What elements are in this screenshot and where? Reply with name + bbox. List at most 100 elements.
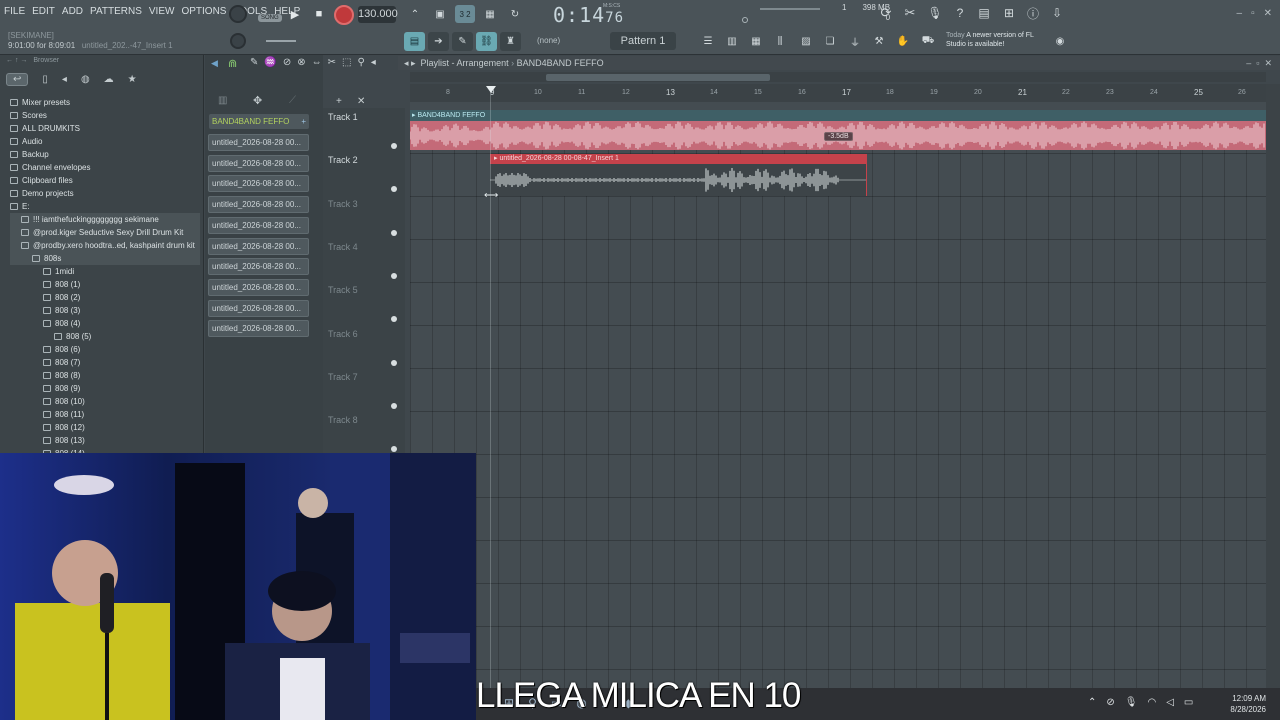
clip-header[interactable]: ▸ untitled_2026-08-28 00-08-47_Insert 1 — [490, 154, 867, 164]
browser-files-icon[interactable]: ▯ — [42, 74, 48, 85]
magnet-icon[interactable]: ⋒ — [228, 57, 237, 70]
browser-web-icon[interactable]: ◍ — [81, 74, 90, 85]
audio-clip-insert[interactable]: ▸ untitled_2026-08-28 00-08-47_Insert 1 — [490, 154, 867, 196]
horizontal-scrollbar[interactable] — [410, 72, 1266, 82]
main-pitch-knob[interactable] — [230, 33, 246, 49]
playlist-menu-icon[interactable]: ◂ ▸ — [404, 58, 421, 68]
vertical-scrollbar[interactable] — [1266, 84, 1280, 704]
playlist-view-icon[interactable]: ▤ — [404, 31, 425, 51]
arrow-right-icon[interactable]: ➔ — [428, 31, 449, 51]
track-label[interactable]: Track 4 — [328, 242, 358, 252]
paint-tool-icon[interactable]: ♒ — [264, 57, 276, 68]
browser-back-icon[interactable]: ↩ — [6, 72, 29, 86]
browser-item[interactable]: 808 (4) — [10, 317, 200, 330]
browser-item[interactable]: 808 (6) — [10, 343, 200, 356]
undo-icon[interactable]: ⟳ — [876, 4, 896, 22]
track-label[interactable]: Track 8 — [328, 415, 358, 425]
stamp-icon[interactable]: ♜ — [500, 31, 521, 51]
picker-clip[interactable]: untitled_2026-08-28 00... — [208, 175, 309, 193]
browser-item[interactable]: Demo projects — [10, 187, 200, 200]
save-icon[interactable]: ▤ — [974, 4, 994, 22]
clip-header[interactable]: ▸ BAND4BAND FEFFO — [410, 110, 1266, 121]
browser-item[interactable]: 808 (13) — [10, 434, 200, 447]
pencil-icon[interactable]: ✎ — [452, 31, 473, 51]
track-mute-button[interactable] — [391, 359, 397, 366]
tempo-display[interactable]: 130.000 — [358, 6, 398, 23]
playlist-window-controls[interactable]: – ▫ ✕ — [1246, 56, 1272, 70]
browser-item[interactable]: 808 (3) — [10, 304, 200, 317]
browser-arrows-icon[interactable]: ← ↑ → — [6, 57, 27, 67]
master-slider[interactable] — [266, 40, 296, 42]
stop-icon[interactable]: ■ — [310, 6, 328, 22]
track-label[interactable]: Track 2 — [328, 155, 358, 165]
browser-item[interactable]: Channel envelopes — [10, 161, 200, 174]
picker-clip[interactable]: untitled_2026-08-28 00... — [208, 320, 309, 338]
browser-item[interactable]: 808 (7) — [10, 356, 200, 369]
horizontal-scroll-thumb[interactable] — [546, 74, 770, 81]
delete-tool-icon[interactable]: ⊘ — [283, 57, 291, 68]
picker-clip[interactable]: untitled_2026-08-28 00... — [208, 134, 309, 151]
wifi-icon[interactable]: ◠ — [1147, 697, 1156, 708]
close-icon[interactable]: ✕ — [1264, 8, 1272, 19]
add-track-icon[interactable]: + — [336, 96, 342, 107]
metronome-icon[interactable]: ⌃ — [405, 5, 425, 23]
tray-app-icon[interactable]: ⊘ — [1106, 697, 1114, 708]
browser-cloud-icon[interactable]: ☁ — [104, 74, 114, 85]
maximize-icon[interactable]: ▫ — [1251, 8, 1255, 19]
picker-clip[interactable]: untitled_2026-08-28 00... — [208, 154, 309, 172]
snap-select[interactable]: (none) — [537, 36, 560, 45]
battery-icon[interactable]: ▭ — [1184, 697, 1193, 708]
wait-input-icon[interactable]: ▣ — [430, 5, 450, 23]
main-volume-knob[interactable] — [229, 5, 247, 23]
timeline-ruler[interactable]: 8 9 10 11 12 13 14 15 16 17 18 19 20 21 22 23 24 25 26 — [410, 84, 1266, 102]
countdown-icon[interactable]: ▦ — [480, 5, 500, 23]
playlist-icon[interactable]: ☰ — [698, 32, 718, 50]
track-label[interactable]: Track 1 — [328, 112, 358, 122]
browser-item[interactable]: 808 (1) — [10, 278, 200, 291]
picker-clip[interactable]: untitled_2026-08-28 00... — [208, 237, 309, 255]
browser-item[interactable]: ALL DRUMKITS — [10, 122, 200, 135]
browser-item[interactable]: @prodby.xero hoodtra..ed, kashpaint drum… — [10, 239, 200, 252]
menu-add[interactable]: ADD — [62, 6, 83, 17]
browser-item[interactable]: 808 (8) — [10, 369, 200, 382]
browser-item[interactable]: Audio — [10, 135, 200, 148]
picker-clip[interactable]: untitled_2026-08-28 00... — [208, 196, 309, 214]
draw-tool-icon[interactable]: ✎ — [250, 57, 258, 68]
system-clock[interactable]: 12:09 AM 8/28/2026 — [1230, 693, 1266, 715]
picker-arrangement-header[interactable]: BAND4BAND FEFFO + — [209, 114, 309, 129]
browser-item[interactable]: @prod.kiger Seductive Sexy Drill Drum Ki… — [10, 226, 200, 239]
volume-icon[interactable]: ◁ — [1166, 697, 1174, 708]
track-mute-button[interactable] — [391, 272, 397, 279]
browser-item[interactable]: 808 (10) — [10, 395, 200, 408]
browser-item[interactable]: Backup — [10, 148, 200, 161]
browser-item[interactable]: Mixer presets — [10, 96, 200, 109]
microphone-icon[interactable]: 🎙 — [925, 4, 945, 22]
track-label[interactable]: Track 6 — [328, 329, 358, 339]
cut-icon[interactable]: ✂ — [900, 4, 920, 22]
browser-icon[interactable]: ▨ — [796, 32, 816, 50]
track-label[interactable]: Track 7 — [328, 372, 358, 382]
track-mute-button[interactable] — [391, 143, 397, 149]
browser-item[interactable]: 808 (9) — [10, 382, 200, 395]
browser-item[interactable]: 808 (2) — [10, 291, 200, 304]
info-icon[interactable]: ⓘ — [1023, 4, 1043, 22]
options-arrow-icon[interactable]: ◀ — [211, 58, 218, 69]
plugin-icon[interactable]: ⏚ — [845, 32, 865, 50]
slice-tool-icon[interactable]: ✂ — [328, 57, 336, 68]
browser-item[interactable]: 808s — [10, 252, 200, 265]
touch-icon[interactable]: ✋ — [893, 32, 913, 50]
link-icon[interactable]: ⛓ — [476, 31, 497, 51]
track-mute-button[interactable] — [391, 402, 397, 409]
picker-move-icon[interactable]: ✥ — [253, 94, 262, 107]
record-button[interactable] — [334, 5, 354, 25]
song-mode-badge[interactable]: SONG — [258, 14, 282, 22]
browser-item[interactable]: Clipboard files — [10, 174, 200, 187]
select-tool-icon[interactable]: ⬚ — [342, 57, 351, 68]
picker-clip[interactable]: untitled_2026-08-28 00... — [208, 216, 309, 234]
slip-tool-icon[interactable]: ⇔ — [312, 57, 322, 68]
help-icon[interactable]: ? — [950, 4, 970, 22]
loop-record-icon[interactable]: ↻ — [505, 5, 525, 23]
minimize-icon[interactable]: – — [1237, 8, 1243, 19]
audio-clip-band4band[interactable]: ▸ BAND4BAND FEFFO — [410, 110, 1266, 150]
menu-edit[interactable]: EDIT — [32, 6, 55, 17]
